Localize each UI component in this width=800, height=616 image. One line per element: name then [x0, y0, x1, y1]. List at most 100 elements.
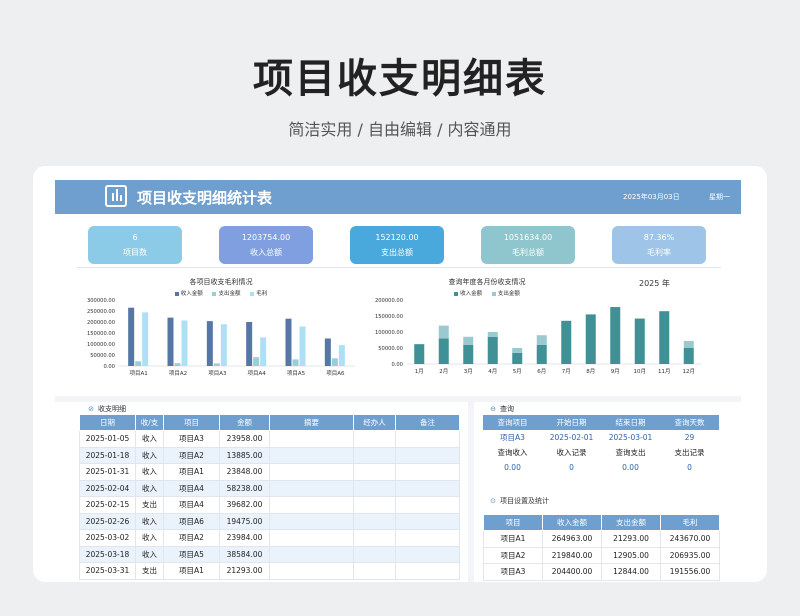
column-header[interactable]: 收入金额	[542, 514, 602, 531]
table-row[interactable]: 项目A3 204400.00 12844.00 191556.00	[483, 563, 720, 581]
table-cell[interactable]: 收入	[135, 512, 164, 530]
table-cell[interactable]	[395, 430, 460, 448]
query-result-value[interactable]: 0	[660, 460, 719, 475]
table-cell[interactable]: 项目A2	[163, 446, 220, 464]
table-cell[interactable]: 191556.00	[660, 563, 720, 581]
table-cell[interactable]: 206935.00	[660, 546, 720, 564]
table-cell[interactable]: 21293.00	[219, 562, 270, 580]
table-cell[interactable]: 项目A3	[483, 563, 543, 581]
table-cell[interactable]: 219840.00	[542, 546, 602, 564]
table-cell[interactable]: 2025-03-18	[79, 545, 136, 563]
table-cell[interactable]: 58238.00	[219, 479, 270, 497]
query-result-value[interactable]: 0.00	[601, 460, 660, 475]
table-cell[interactable]: 2025-01-31	[79, 463, 136, 481]
column-header[interactable]: 项目	[163, 414, 220, 431]
table-cell[interactable]	[269, 529, 354, 547]
table-cell[interactable]: 支出	[135, 496, 164, 514]
table-cell[interactable]: 项目A1	[163, 463, 220, 481]
table-cell[interactable]	[353, 479, 396, 497]
column-header[interactable]: 金额	[219, 414, 270, 431]
table-cell[interactable]: 38584.00	[219, 545, 270, 563]
table-row[interactable]: 项目A1 264963.00 21293.00 243670.00	[483, 530, 720, 548]
table-cell[interactable]: 项目A2	[163, 529, 220, 547]
table-cell[interactable]	[269, 430, 354, 448]
table-cell[interactable]	[395, 463, 460, 481]
query-value[interactable]: 项目A3	[483, 430, 542, 445]
year-selector[interactable]: 2025 年	[639, 278, 670, 289]
query-result-value[interactable]: 0.00	[483, 460, 542, 475]
table-cell[interactable]: 21293.00	[601, 530, 661, 548]
column-header[interactable]: 收/支	[135, 414, 164, 431]
table-cell[interactable]	[353, 496, 396, 514]
query-value[interactable]: 2025-03-01	[601, 430, 660, 445]
table-cell[interactable]: 2025-02-26	[79, 512, 136, 530]
table-cell[interactable]: 2025-02-15	[79, 496, 136, 514]
table-cell[interactable]: 12844.00	[601, 563, 661, 581]
table-cell[interactable]: 支出	[135, 562, 164, 580]
column-header[interactable]: 支出金额	[601, 514, 661, 531]
table-row[interactable]: 2025-02-15 支出 项目A4 39682.00	[79, 496, 460, 514]
query-value[interactable]: 29	[660, 430, 719, 445]
table-cell[interactable]	[353, 562, 396, 580]
table-cell[interactable]: 243670.00	[660, 530, 720, 548]
table-row[interactable]: 2025-03-02 收入 项目A2 23984.00	[79, 529, 460, 547]
table-cell[interactable]: 23984.00	[219, 529, 270, 547]
table-cell[interactable]: 项目A4	[163, 496, 220, 514]
table-cell[interactable]	[269, 446, 354, 464]
table-row[interactable]: 2025-03-18 收入 项目A5 38584.00	[79, 545, 460, 563]
column-header[interactable]: 日期	[79, 414, 136, 431]
table-cell[interactable]: 23958.00	[219, 430, 270, 448]
column-header[interactable]: 备注	[395, 414, 460, 431]
table-cell[interactable]: 2025-01-05	[79, 430, 136, 448]
table-cell[interactable]	[353, 446, 396, 464]
table-cell[interactable]: 项目A1	[483, 530, 543, 548]
query-result-value[interactable]: 0	[542, 460, 601, 475]
table-cell[interactable]	[395, 479, 460, 497]
table-cell[interactable]	[395, 496, 460, 514]
column-header[interactable]: 项目	[483, 514, 543, 531]
table-cell[interactable]	[353, 512, 396, 530]
table-cell[interactable]	[353, 529, 396, 547]
table-cell[interactable]: 项目A1	[163, 562, 220, 580]
table-row[interactable]: 项目A2 219840.00 12905.00 206935.00	[483, 546, 720, 564]
query-value[interactable]: 2025-02-01	[542, 430, 601, 445]
table-cell[interactable]: 收入	[135, 479, 164, 497]
table-cell[interactable]: 收入	[135, 446, 164, 464]
table-cell[interactable]: 204400.00	[542, 563, 602, 581]
column-header[interactable]: 经办人	[353, 414, 396, 431]
table-cell[interactable]	[269, 479, 354, 497]
table-cell[interactable]	[395, 529, 460, 547]
table-cell[interactable]: 收入	[135, 430, 164, 448]
table-cell[interactable]: 39682.00	[219, 496, 270, 514]
table-cell[interactable]: 264963.00	[542, 530, 602, 548]
table-cell[interactable]: 2025-01-18	[79, 446, 136, 464]
table-row[interactable]: 2025-03-31 支出 项目A1 21293.00	[79, 562, 460, 580]
table-cell[interactable]: 12905.00	[601, 546, 661, 564]
table-cell[interactable]	[395, 446, 460, 464]
table-row[interactable]: 2025-02-04 收入 项目A4 58238.00	[79, 479, 460, 497]
table-cell[interactable]	[395, 545, 460, 563]
table-cell[interactable]	[269, 512, 354, 530]
table-cell[interactable]	[269, 562, 354, 580]
table-cell[interactable]: 项目A4	[163, 479, 220, 497]
table-cell[interactable]: 13885.00	[219, 446, 270, 464]
table-cell[interactable]	[353, 463, 396, 481]
table-row[interactable]: 2025-01-31 收入 项目A1 23848.00	[79, 463, 460, 481]
table-cell[interactable]: 项目A6	[163, 512, 220, 530]
table-cell[interactable]: 收入	[135, 529, 164, 547]
table-row[interactable]: 2025-01-18 收入 项目A2 13885.00	[79, 446, 460, 464]
table-cell[interactable]	[353, 430, 396, 448]
table-cell[interactable]	[395, 562, 460, 580]
table-cell[interactable]: 项目A2	[483, 546, 543, 564]
table-cell[interactable]	[269, 463, 354, 481]
table-cell[interactable]	[269, 545, 354, 563]
column-header[interactable]: 毛利	[660, 514, 720, 531]
table-cell[interactable]	[353, 545, 396, 563]
column-header[interactable]: 摘要	[269, 414, 354, 431]
table-cell[interactable]: 2025-03-02	[79, 529, 136, 547]
table-cell[interactable]: 23848.00	[219, 463, 270, 481]
table-row[interactable]: 2025-02-26 收入 项目A6 19475.00	[79, 512, 460, 530]
table-cell[interactable]	[395, 512, 460, 530]
table-cell[interactable]: 2025-03-31	[79, 562, 136, 580]
table-cell[interactable]: 项目A5	[163, 545, 220, 563]
